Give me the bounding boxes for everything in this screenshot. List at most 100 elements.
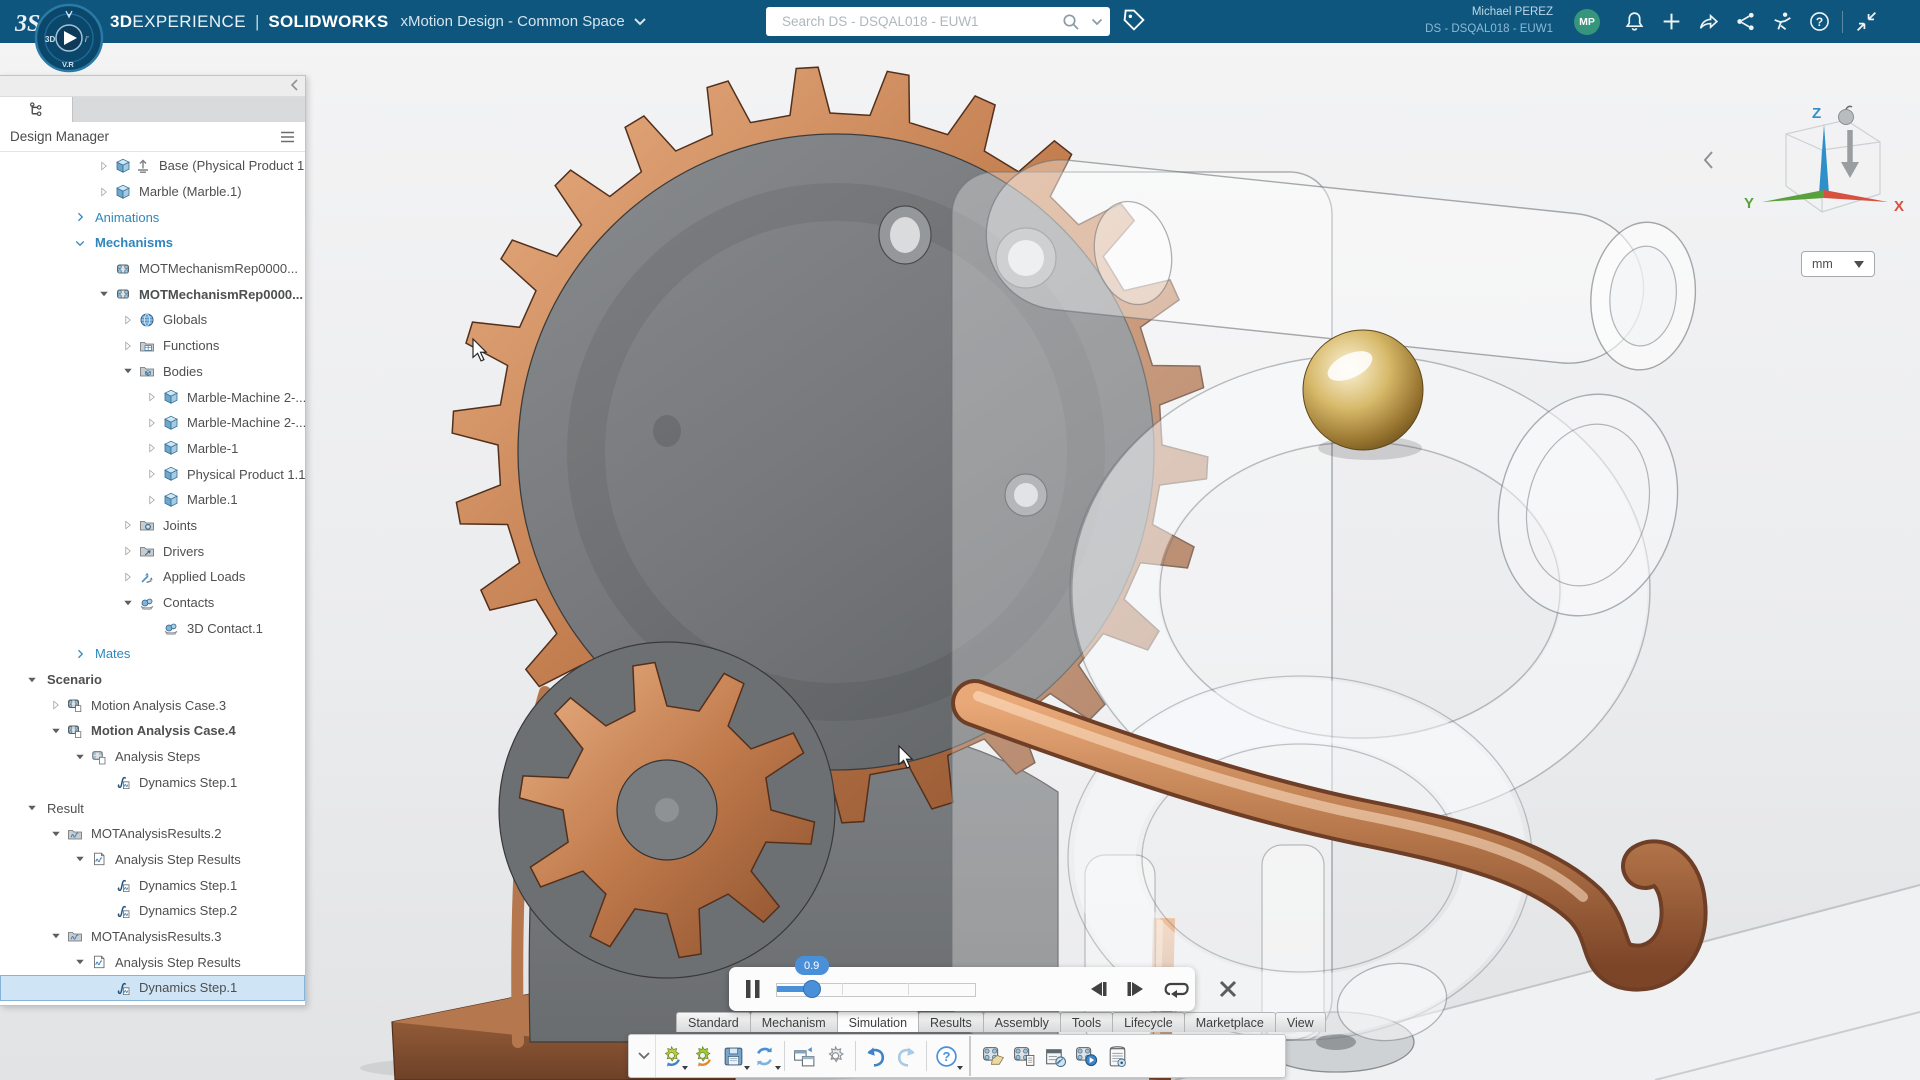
global-search[interactable]	[766, 7, 1110, 36]
tree-item-3d-contact-1[interactable]: 3D Contact.1	[0, 615, 305, 641]
expand-arrow-icon[interactable]	[142, 492, 161, 508]
tree-item-motion-analysis-case-3[interactable]: Motion Analysis Case.3	[0, 692, 305, 718]
expand-arrow-icon[interactable]	[94, 184, 113, 200]
expand-arrow-icon[interactable]	[118, 595, 137, 611]
tree-item-marble-1[interactable]: Marble.1	[0, 487, 305, 513]
expand-arrow-icon[interactable]	[118, 338, 137, 354]
redo-button[interactable]	[891, 1038, 922, 1074]
help-icon[interactable]: ?	[1805, 8, 1833, 36]
dropdown-caret-icon[interactable]	[775, 1066, 781, 1070]
tree-item-animations[interactable]: Animations	[0, 204, 305, 230]
ribbon-tab-marketplace[interactable]: Marketplace	[1184, 1012, 1276, 1032]
expand-arrow-icon[interactable]	[94, 158, 113, 174]
expand-arrow-icon[interactable]	[94, 286, 113, 302]
tab-design-tree[interactable]	[0, 97, 73, 122]
tree-item-analysis-step-results[interactable]: Analysis Step Results	[0, 949, 305, 975]
settings-gear-button[interactable]	[820, 1038, 851, 1074]
toolbar-collapse-chevron-icon[interactable]	[633, 1035, 656, 1077]
expand-arrow-icon[interactable]	[46, 928, 65, 944]
tree-item-marble-machine-2[interactable]: Marble-Machine 2-...	[0, 410, 305, 436]
tree-item-dynamics-step-2[interactable]: Dynamics Step.2	[0, 898, 305, 924]
tree-item-contacts[interactable]: Contacts	[0, 590, 305, 616]
expand-arrow-icon[interactable]	[70, 209, 89, 225]
3d-compass[interactable]: 3D V.R i'	[33, 3, 105, 75]
tree-item-drivers[interactable]: Drivers	[0, 538, 305, 564]
ribbon-tab-lifecycle[interactable]: Lifecycle	[1112, 1012, 1185, 1032]
assistance-icon[interactable]	[1768, 8, 1796, 36]
app-switcher-chevron-icon[interactable]	[633, 17, 647, 27]
expand-arrow-icon[interactable]	[70, 749, 89, 765]
tree-item-motmechanismrep0000[interactable]: MOTMechanismRep0000...	[0, 256, 305, 282]
step-forward-button[interactable]	[1124, 979, 1148, 999]
bell-icon[interactable]	[1620, 8, 1648, 36]
search-input[interactable]	[780, 13, 1058, 30]
sync-button[interactable]	[749, 1038, 780, 1074]
close-playback-button[interactable]	[1218, 979, 1238, 999]
propagate-windows-button[interactable]	[789, 1038, 820, 1074]
pause-button[interactable]	[744, 978, 762, 1000]
tree-item-dynamics-step-1[interactable]: Dynamics Step.1	[0, 872, 305, 898]
tree-item-motion-analysis-case-4[interactable]: Motion Analysis Case.4	[0, 718, 305, 744]
expand-arrow-icon[interactable]	[142, 440, 161, 456]
step-backward-button[interactable]	[1086, 979, 1110, 999]
expand-arrow-icon[interactable]	[118, 363, 137, 379]
new-mechanism-doc-button[interactable]	[1009, 1038, 1040, 1074]
tree-item-marble-machine-2[interactable]: Marble-Machine 2-...	[0, 384, 305, 410]
avatar[interactable]: MP	[1574, 9, 1600, 35]
tree-item-marble-1[interactable]: Marble-1	[0, 436, 305, 462]
tree-item-functions[interactable]: Functions	[0, 333, 305, 359]
tree-item-joints[interactable]: Joints	[0, 513, 305, 539]
update-button[interactable]	[656, 1038, 687, 1074]
tree-item-result[interactable]: Result	[0, 795, 305, 821]
ribbon-tab-mechanism[interactable]: Mechanism	[750, 1012, 838, 1032]
save-button[interactable]	[718, 1038, 749, 1074]
storyboard-link-button[interactable]	[1040, 1038, 1071, 1074]
tree-item-scenario[interactable]: Scenario	[0, 667, 305, 693]
expand-arrow-icon[interactable]	[118, 312, 137, 328]
expand-arrow-icon[interactable]	[118, 569, 137, 585]
tree-item-globals[interactable]: Globals	[0, 307, 305, 333]
expand-arrow-icon[interactable]	[118, 543, 137, 559]
tree-item-physical-product-1-1[interactable]: Physical Product 1.1	[0, 461, 305, 487]
expand-arrow-icon[interactable]	[46, 723, 65, 739]
help-circle-button[interactable]: ?	[931, 1038, 962, 1074]
tree-item-motanalysisresults-2[interactable]: MOTAnalysisResults.2	[0, 821, 305, 847]
add-icon[interactable]	[1657, 8, 1685, 36]
tree-item-dynamics-step-1[interactable]: Dynamics Step.1	[0, 770, 305, 796]
tree-item-analysis-steps[interactable]: Analysis Steps	[0, 744, 305, 770]
regenerate-button[interactable]	[687, 1038, 718, 1074]
expand-arrow-icon[interactable]	[142, 389, 161, 405]
ribbon-tab-view[interactable]: View	[1275, 1012, 1326, 1032]
ribbon-tab-standard[interactable]: Standard	[676, 1012, 751, 1032]
search-icon[interactable]	[1058, 13, 1084, 31]
share-forward-icon[interactable]	[1694, 8, 1722, 36]
open-mechanism-button[interactable]	[978, 1038, 1009, 1074]
expand-arrow-icon[interactable]	[142, 415, 161, 431]
panel-menu-icon[interactable]	[280, 131, 295, 143]
tree-item-marble-marble-1[interactable]: Marble (Marble.1)	[0, 179, 305, 205]
tree-item-mates[interactable]: Mates	[0, 641, 305, 667]
expand-arrow-icon[interactable]	[70, 646, 89, 662]
tree-item-base-physical-product-1-1[interactable]: Base (Physical Product 1.1)	[0, 153, 305, 179]
expand-arrow-icon[interactable]	[70, 235, 89, 251]
expand-arrow-icon[interactable]	[46, 826, 65, 842]
tree-item-applied-loads[interactable]: Applied Loads	[0, 564, 305, 590]
undo-button[interactable]	[860, 1038, 891, 1074]
ribbon-tab-results[interactable]: Results	[918, 1012, 984, 1032]
collapse-window-icon[interactable]	[1852, 8, 1880, 36]
ribbon-tab-assembly[interactable]: Assembly	[983, 1012, 1061, 1032]
tag-icon[interactable]	[1122, 8, 1147, 38]
search-options-chevron-icon[interactable]	[1084, 18, 1110, 26]
user-info[interactable]: Michael PEREZ DS - DSQAL018 - EUW1	[1425, 4, 1553, 38]
tree-item-bodies[interactable]: Bodies	[0, 359, 305, 385]
timeline-slider[interactable]: 0.9	[776, 978, 976, 1000]
dropdown-caret-icon[interactable]	[957, 1066, 963, 1070]
expand-arrow-icon[interactable]	[22, 672, 41, 688]
loop-button[interactable]	[1162, 978, 1190, 1000]
expand-arrow-icon[interactable]	[118, 517, 137, 533]
tree-item-analysis-step-results[interactable]: Analysis Step Results	[0, 847, 305, 873]
expand-arrow-icon[interactable]	[142, 466, 161, 482]
slider-handle[interactable]	[803, 980, 821, 998]
expand-arrow-icon[interactable]	[70, 954, 89, 970]
panel-collapse-chevron-icon[interactable]	[289, 78, 299, 97]
